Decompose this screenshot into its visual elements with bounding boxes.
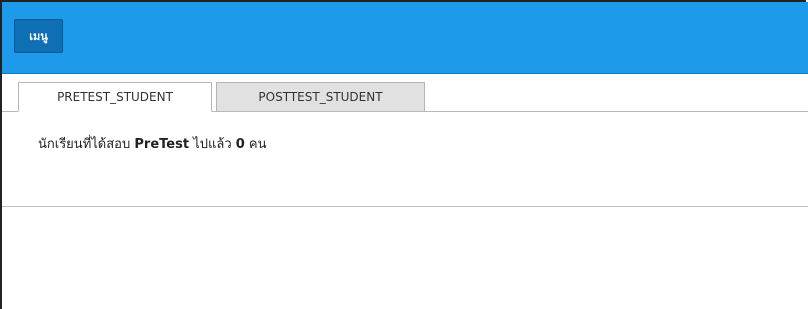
tab-pretest-student[interactable]: PRETEST_STUDENT: [18, 82, 212, 112]
status-count: 0: [235, 137, 245, 152]
status-test-name: PreTest: [134, 137, 190, 152]
tab-posttest-student[interactable]: POSTTEST_STUDENT: [216, 82, 425, 111]
tab-content-panel: นักเรียนที่ได้สอบ PreTest ไปแล้ว 0 คน: [2, 112, 808, 206]
tab-strip: PRETEST_STUDENT POSTTEST_STUDENT: [2, 74, 808, 112]
status-middle: ไปแล้ว: [189, 137, 236, 152]
menu-button[interactable]: เมนู: [14, 19, 63, 53]
top-toolbar: เมนู: [2, 2, 808, 74]
status-prefix: นักเรียนที่ได้สอบ: [38, 137, 135, 152]
status-suffix: คน: [244, 137, 267, 152]
pretest-status-text: นักเรียนที่ได้สอบ PreTest ไปแล้ว 0 คน: [38, 133, 267, 154]
panel-divider: [2, 206, 808, 207]
